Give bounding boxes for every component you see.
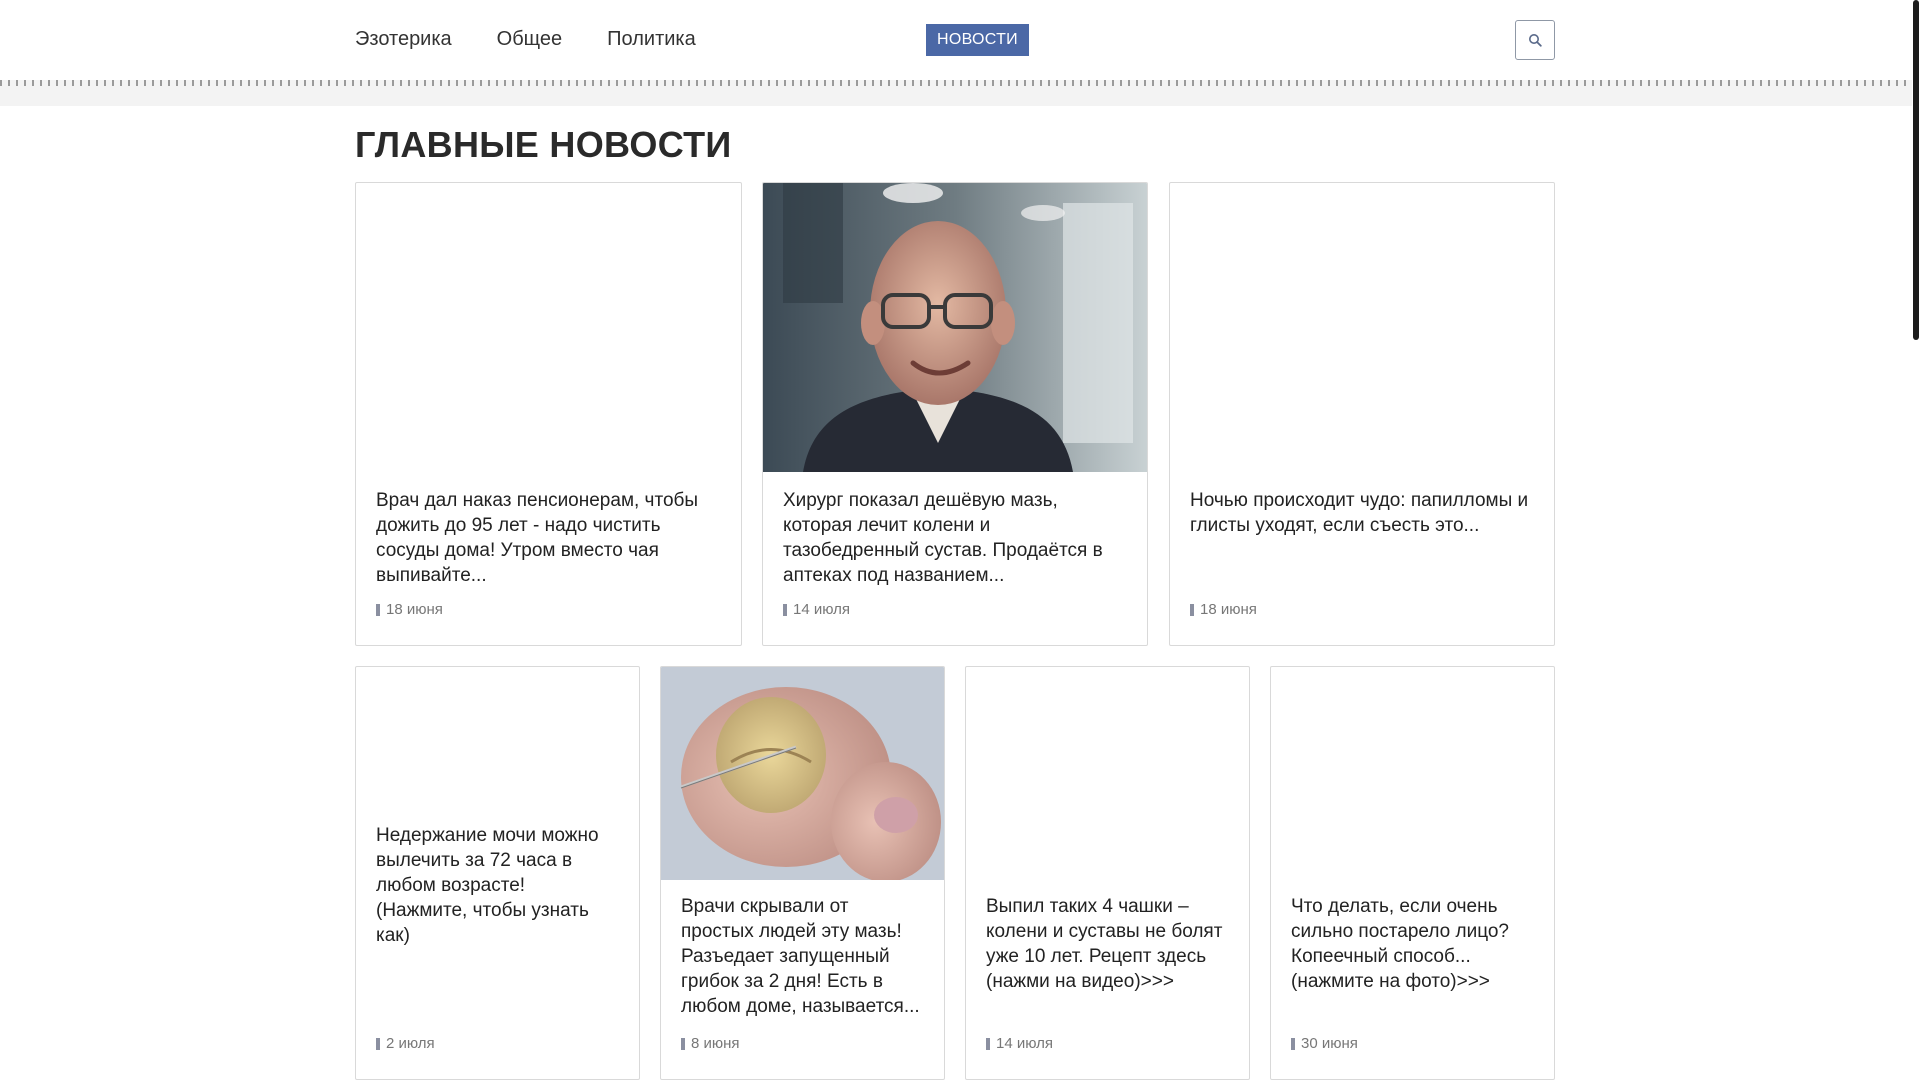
news-card-date: 18 июня — [376, 601, 443, 618]
news-card-date-text: 2 июля — [386, 1035, 435, 1052]
news-card-date: 2 июля — [376, 1035, 435, 1052]
header-dashed-divider — [0, 80, 1912, 86]
search-button[interactable] — [1515, 20, 1555, 60]
news-card-title[interactable]: Врачи скрывали от простых людей эту мазь… — [681, 894, 926, 1019]
main-nav: Эзотерика Общее Политика — [355, 28, 741, 51]
clock-icon — [376, 603, 380, 616]
news-card-date-text: 14 июля — [996, 1035, 1054, 1052]
page-title: ГЛАВНЫЕ НОВОСТИ — [355, 124, 732, 165]
news-card-date: 14 июля — [783, 601, 850, 618]
news-card-title[interactable]: Что делать, если очень сильно постарело … — [1291, 894, 1536, 994]
news-card[interactable]: Врач дал наказ пенсионерам, чтобы дожить… — [355, 182, 742, 646]
clock-icon — [1190, 603, 1194, 616]
news-card-image[interactable] — [763, 183, 1147, 472]
clock-icon — [986, 1037, 990, 1050]
clock-icon — [376, 1037, 380, 1050]
news-card-date: 14 июля — [986, 1035, 1053, 1052]
nav-item-politics[interactable]: Политика — [607, 28, 696, 51]
news-card-date-text: 18 июня — [1200, 601, 1257, 618]
nav-item-general[interactable]: Общее — [497, 28, 563, 51]
news-card-title[interactable]: Ночью происходит чудо: папилломы и глист… — [1190, 488, 1536, 538]
news-card-image[interactable] — [661, 667, 944, 880]
news-card[interactable]: Хирург показал дешёвую мазь, которая леч… — [762, 182, 1148, 646]
news-card-date-text: 18 июня — [386, 601, 443, 618]
news-card-date-text: 30 июня — [1301, 1035, 1358, 1052]
news-card[interactable]: Что делать, если очень сильно постарело … — [1270, 666, 1555, 1080]
news-card-title[interactable]: Выпил таких 4 чашки – колени и суставы н… — [986, 894, 1231, 994]
site-header: Эзотерика Общее Политика НОВОСТИ — [0, 0, 1912, 106]
news-card[interactable]: Врачи скрывали от простых людей эту мазь… — [660, 666, 945, 1080]
nav-item-esoterics[interactable]: Эзотерика — [355, 28, 452, 51]
clock-icon — [681, 1037, 685, 1050]
news-badge-button[interactable]: НОВОСТИ — [926, 24, 1029, 56]
clock-icon — [783, 603, 787, 616]
news-card-date: 8 июня — [681, 1035, 740, 1052]
news-card-title[interactable]: Хирург показал дешёвую мазь, которая леч… — [783, 488, 1129, 588]
search-icon — [1529, 34, 1542, 47]
news-card-title[interactable]: Недержание мочи можно вылечить за 72 час… — [376, 823, 621, 948]
news-card[interactable]: Выпил таких 4 чашки – колени и суставы н… — [965, 666, 1250, 1080]
news-card[interactable]: Недержание мочи можно вылечить за 72 час… — [355, 666, 640, 1080]
news-card-date-text: 14 июля — [793, 601, 851, 618]
page-scrollbar[interactable] — [1912, 0, 1920, 1080]
clock-icon — [1291, 1037, 1295, 1050]
elderly-man-photo — [763, 183, 1147, 472]
news-card-title[interactable]: Врач дал наказ пенсионерам, чтобы дожить… — [376, 488, 723, 588]
news-card[interactable]: Ночью происходит чудо: папилломы и глист… — [1169, 182, 1555, 646]
scrollbar-thumb[interactable] — [1913, 0, 1919, 340]
news-card-date: 30 июня — [1291, 1035, 1358, 1052]
news-card-date: 18 июня — [1190, 601, 1257, 618]
news-card-date-text: 8 июня — [691, 1035, 740, 1052]
toenail-photo — [661, 667, 944, 880]
